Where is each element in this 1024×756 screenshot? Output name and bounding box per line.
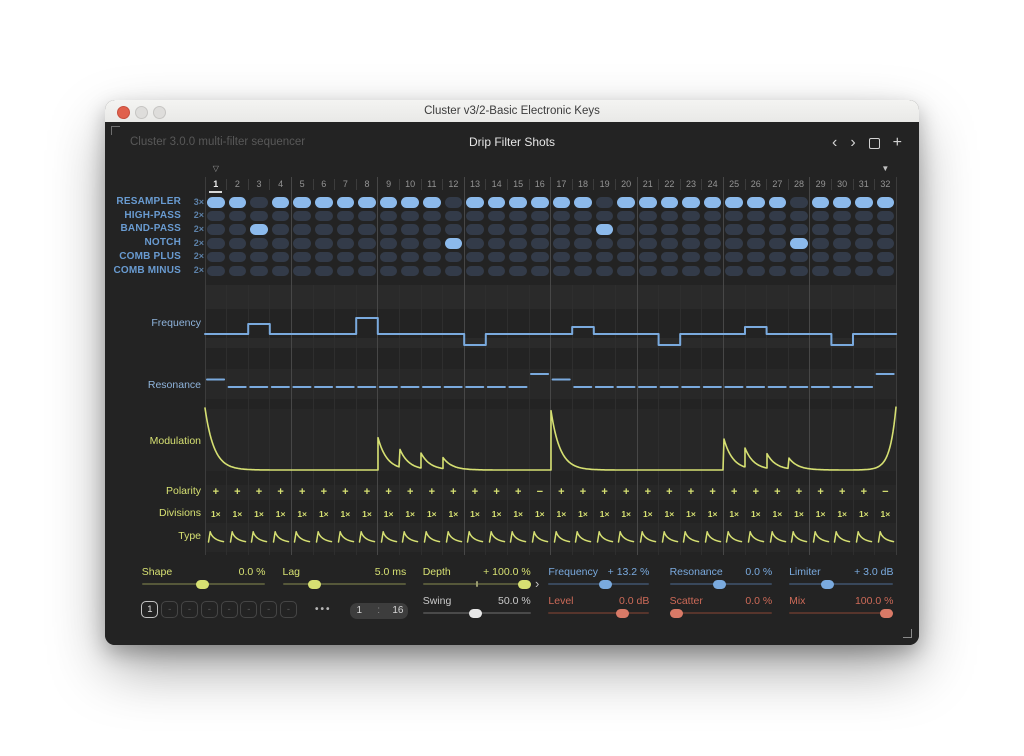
pattern-slot-3[interactable]: -: [181, 600, 198, 618]
plugin-content: Cluster 3.0.0 multi-filter sequencer Dri…: [105, 122, 919, 645]
slider-scatter-label: Scatter: [669, 595, 703, 607]
slider-lag-track[interactable]: [282, 583, 407, 585]
slider-frequency: Frequency + 13.2 %: [548, 566, 650, 594]
pattern-slot-5[interactable]: -: [220, 600, 238, 618]
slider-level-label: Level: [548, 595, 574, 607]
slider-swing-value: 50.0 %: [497, 595, 531, 607]
slider-swing-label: Swing: [422, 595, 452, 607]
slider-depth-label: Depth: [422, 566, 451, 578]
slider-limiter: Limiter + 3.0 dB: [789, 566, 894, 594]
slider-limiter-knob[interactable]: [821, 579, 835, 589]
slider-level: Level 0.0 dB: [548, 595, 650, 623]
slider-mix: Mix 100.0 %: [789, 595, 894, 623]
slider-shape-label: Shape: [141, 566, 173, 578]
pattern-slot-2[interactable]: -: [161, 600, 179, 618]
desktop: Cluster v3/2-Basic Electronic Keys Clust…: [0, 0, 1024, 756]
slider-shape-knob[interactable]: [195, 579, 209, 589]
slider-depth-value: + 100.0 %: [483, 566, 531, 578]
slider-level-knob[interactable]: [615, 608, 629, 618]
slider-lag-label: Lag: [282, 566, 301, 578]
more-params-arrow[interactable]: ›: [535, 576, 539, 591]
pattern-slot-8[interactable]: -: [280, 600, 297, 618]
slider-limiter-value: + 3.0 dB: [854, 566, 894, 578]
slider-scatter-value: 0.0 %: [745, 595, 773, 607]
plugin-window: Cluster v3/2-Basic Electronic Keys Clust…: [105, 100, 919, 645]
slider-swing: Swing 50.0 %: [422, 595, 531, 623]
ratio-right: 16: [392, 605, 404, 617]
slider-shape: Shape 0.0 %: [141, 566, 266, 594]
slider-resonance-label: Resonance: [669, 566, 723, 578]
slider-frequency-knob[interactable]: [599, 579, 613, 589]
window-title: Cluster v3/2-Basic Electronic Keys: [424, 105, 600, 117]
pattern-slot-6[interactable]: -: [240, 600, 258, 618]
footer-controls: Shape 0.0 % Lag 5.0 ms Depth + 100.0 % › Freque…: [105, 122, 919, 645]
slider-depth-knob[interactable]: [517, 579, 531, 589]
slider-lag-knob[interactable]: [308, 579, 322, 589]
slider-depth-center-tick: [475, 581, 478, 587]
slider-swing-knob[interactable]: [469, 608, 483, 618]
slider-lag: Lag 5.0 ms: [282, 566, 407, 594]
slider-frequency-value: + 13.2 %: [607, 566, 650, 578]
slider-mix-knob[interactable]: [880, 608, 894, 618]
slider-mix-label: Mix: [789, 595, 806, 607]
pattern-slot-1[interactable]: 1: [141, 600, 159, 618]
slider-resonance: Resonance 0.0 %: [669, 566, 773, 594]
pattern-more-button[interactable]: •••: [315, 604, 332, 615]
slider-scatter-knob[interactable]: [669, 608, 683, 618]
ratio-left: 1: [356, 605, 363, 617]
slider-resonance-knob[interactable]: [713, 579, 727, 589]
slider-depth: Depth + 100.0 %: [422, 566, 531, 594]
pattern-slot-7[interactable]: -: [260, 600, 278, 618]
slider-limiter-track[interactable]: [789, 583, 894, 585]
slider-limiter-label: Limiter: [789, 566, 821, 578]
slider-shape-value: 0.0 %: [238, 566, 266, 578]
slider-mix-track[interactable]: [789, 612, 894, 614]
slider-scatter-track[interactable]: [669, 612, 773, 614]
slider-lag-value: 5.0 ms: [374, 566, 407, 578]
slider-frequency-label: Frequency: [548, 566, 598, 578]
slider-resonance-value: 0.0 %: [745, 566, 773, 578]
slider-level-track[interactable]: [548, 612, 650, 614]
ratio-separator: :: [377, 605, 380, 617]
slider-scatter: Scatter 0.0 %: [669, 595, 773, 623]
step-ratio-box[interactable]: 1:16: [349, 603, 408, 619]
slider-mix-value: 100.0 %: [854, 595, 894, 607]
slider-level-value: 0.0 dB: [619, 595, 650, 607]
pattern-slot-4[interactable]: -: [200, 600, 218, 618]
macos-titlebar[interactable]: Cluster v3/2-Basic Electronic Keys: [105, 100, 919, 123]
